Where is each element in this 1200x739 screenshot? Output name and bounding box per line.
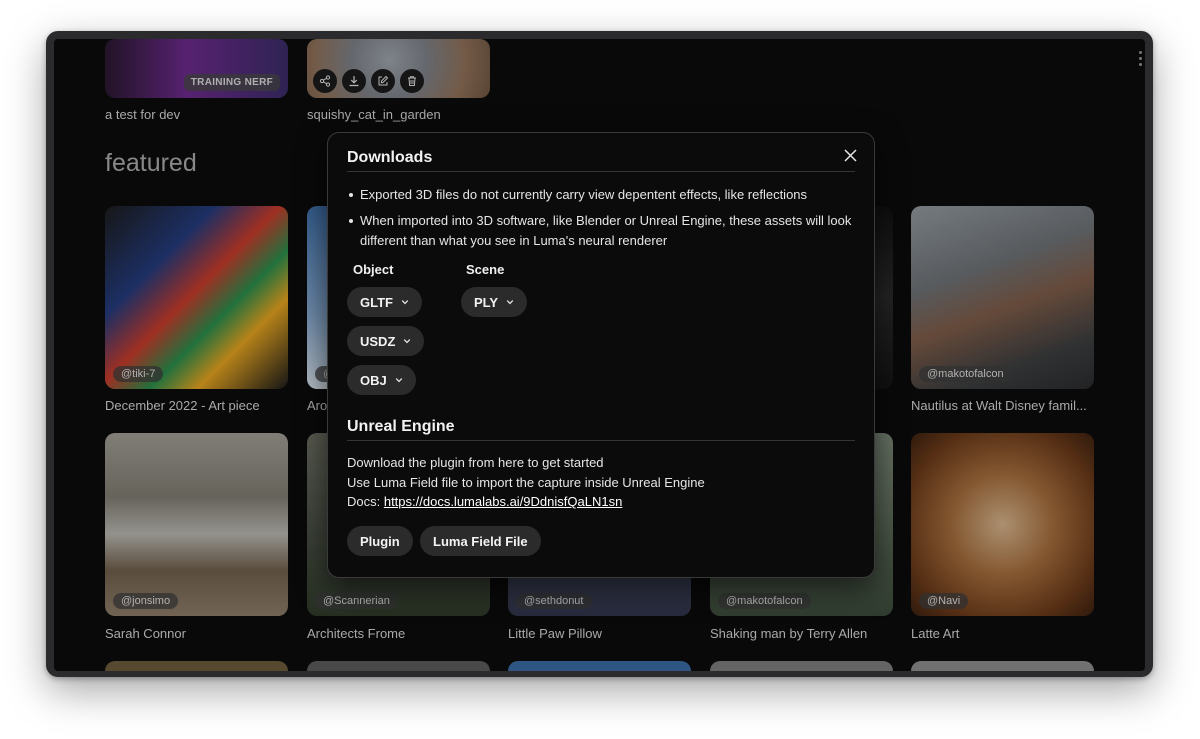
chevron-down-icon [506, 300, 514, 305]
object-label: Object [353, 262, 394, 277]
more-options-icon[interactable] [1139, 51, 1143, 69]
divider [347, 440, 855, 441]
modal-title: Downloads [347, 149, 433, 166]
docs-line: Docs: https://docs.lumalabs.ai/9DdnisfQa… [347, 492, 622, 512]
app-window: TRAINING NERF a test for dev squishy_cat… [46, 31, 1153, 677]
format-label: OBJ [360, 372, 387, 388]
luma-field-file-button[interactable]: Luma Field File [420, 526, 541, 556]
scene-label: Scene [466, 262, 505, 277]
ply-format-dropdown[interactable]: PLY [461, 287, 528, 317]
chevron-down-icon [395, 378, 402, 383]
divider [347, 171, 855, 172]
chevron-down-icon [401, 300, 409, 305]
usdz-format-dropdown[interactable]: USDZ [347, 326, 425, 356]
docs-label: Docs: [347, 494, 384, 509]
gallery-screen: TRAINING NERF a test for dev squishy_cat… [54, 39, 1145, 671]
close-button[interactable] [840, 145, 860, 165]
gltf-format-dropdown[interactable]: GLTF [347, 287, 422, 317]
note-item: Exported 3D files do not currently carry… [347, 185, 852, 205]
ue-instructions-line: Use Luma Field file to import the captur… [347, 475, 705, 490]
format-label: PLY [474, 294, 499, 310]
docs-link[interactable]: https://docs.lumalabs.ai/9DdnisfQaLN1sn [384, 494, 622, 509]
format-label: USDZ [360, 333, 396, 349]
download-notes: Exported 3D files do not currently carry… [347, 185, 852, 257]
obj-format-dropdown[interactable]: OBJ [347, 365, 416, 395]
note-item: When imported into 3D software, like Ble… [347, 211, 852, 251]
format-label: GLTF [360, 294, 393, 310]
ue-instructions-line: Download the plugin from here to get sta… [347, 455, 604, 470]
plugin-button[interactable]: Plugin [347, 526, 413, 556]
chevron-down-icon [404, 339, 411, 344]
close-icon [843, 148, 857, 162]
unreal-engine-title: Unreal Engine [347, 418, 455, 435]
downloads-modal: Downloads Exported 3D files do not curre… [327, 132, 875, 578]
